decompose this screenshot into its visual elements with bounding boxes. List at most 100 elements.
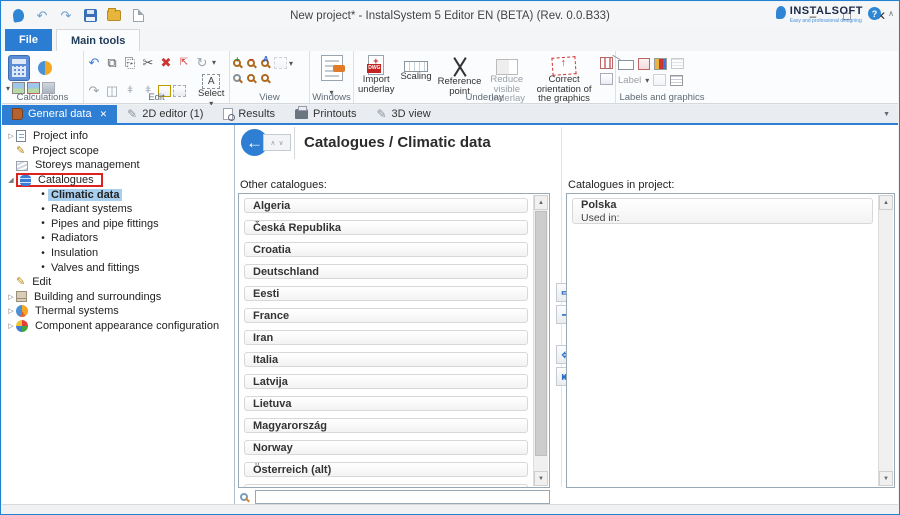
- doc-tab-2d-editor-1-[interactable]: ✎2D editor (1): [117, 105, 213, 123]
- nav-down-icon[interactable]: ∨: [279, 139, 284, 147]
- zoom-in-icon[interactable]: +: [233, 59, 241, 67]
- expander-icon[interactable]: ▷: [6, 293, 16, 301]
- tree-item-project-scope[interactable]: ✎Project scope: [2, 144, 234, 159]
- catalogue-card-norway[interactable]: Norway: [244, 440, 528, 455]
- copy-icon[interactable]: ⧉: [104, 55, 120, 70]
- zoom-out-icon[interactable]: −: [247, 59, 255, 67]
- reference-point-button[interactable]: Reference point: [436, 54, 484, 97]
- import-underlay-button[interactable]: +DWG Import underlay: [356, 54, 396, 95]
- ab-box-icon[interactable]: [653, 74, 666, 86]
- tree-item-label: Climatic data: [48, 189, 122, 201]
- edit-sheet-icon[interactable]: [638, 58, 650, 70]
- label-button[interactable]: Label: [618, 75, 641, 86]
- scaling-button[interactable]: Scaling: [398, 54, 433, 83]
- edit-dropdown-icon[interactable]: ▾: [212, 58, 216, 67]
- undo-icon[interactable]: ↶: [33, 8, 51, 24]
- tree-item-pipes-and-pipe-fittings[interactable]: •Pipes and pipe fittings: [2, 217, 234, 232]
- calculate-icon[interactable]: [8, 55, 30, 81]
- scroll-up-icon[interactable]: ▲: [879, 195, 893, 210]
- tree-item-insulation[interactable]: •Insulation: [2, 246, 234, 261]
- heating-cooling-icon[interactable]: [38, 61, 52, 75]
- tab-file[interactable]: File: [5, 29, 52, 51]
- open-icon[interactable]: [105, 8, 123, 24]
- windows-icon[interactable]: [321, 55, 343, 81]
- tree-item-radiators[interactable]: •Radiators: [2, 231, 234, 246]
- expander-icon[interactable]: ◢: [6, 176, 16, 184]
- catalogue-card-croatia[interactable]: Croatia: [244, 242, 528, 257]
- scroll-down-icon[interactable]: ▼: [879, 471, 893, 486]
- tree-item-radiant-systems[interactable]: •Radiant systems: [2, 202, 234, 217]
- nav-up-icon[interactable]: ∧: [270, 139, 275, 147]
- pan-icon[interactable]: [233, 74, 241, 82]
- expander-icon[interactable]: ▷: [6, 307, 16, 315]
- view-dropdown-icon[interactable]: ▾: [289, 59, 293, 68]
- tree-item-edit[interactable]: ✎Edit: [2, 275, 234, 290]
- zoom-all-icon[interactable]: A: [261, 59, 269, 67]
- zoom-next-icon[interactable]: [261, 74, 269, 82]
- new-document-icon[interactable]: [129, 8, 147, 24]
- catalogue-card-lietuva[interactable]: Lietuva: [244, 396, 528, 411]
- tab-overflow-icon[interactable]: ▼: [883, 105, 898, 123]
- scroll-thumb[interactable]: [535, 211, 547, 456]
- paste-icon[interactable]: ⎘: [122, 55, 138, 70]
- tree-item-catalogues[interactable]: ◢Catalogues: [2, 173, 234, 188]
- help-icon[interactable]: ?: [868, 7, 881, 20]
- project-catalogue-card-polska[interactable]: PolskaUsed in:: [572, 198, 873, 224]
- cut-icon[interactable]: ✂: [140, 55, 156, 70]
- catalogue-card-iran[interactable]: Iran: [244, 330, 528, 345]
- project-catalogues-label: Catalogues in project:: [568, 179, 674, 191]
- tree-item-project-info[interactable]: ▷Project info: [2, 129, 234, 144]
- catalogue-card-deutschland[interactable]: Deutschland: [244, 264, 528, 279]
- select-button[interactable]: A Select ▾: [196, 73, 226, 109]
- project-catalogues-scrollbar[interactable]: ▲ ▼: [878, 195, 893, 486]
- scroll-down-icon[interactable]: ▼: [534, 471, 548, 486]
- project-catalogues-list: PolskaUsed in: ▲ ▼: [566, 193, 895, 488]
- doc-tab-3d-view[interactable]: ✎3D view: [366, 105, 440, 123]
- catalogue-card--sterreich-alt-[interactable]: Österreich (alt): [244, 462, 528, 477]
- tree-item-component-appearance-configuration[interactable]: ▷Component appearance configuration: [2, 319, 234, 334]
- tree-item-climatic-data[interactable]: •Climatic data: [2, 187, 234, 202]
- catalogue-card--esk-republika[interactable]: Česká Republika: [244, 220, 528, 235]
- zoom-window-icon[interactable]: [274, 57, 287, 69]
- tree-item-valves-and-fittings[interactable]: •Valves and fittings: [2, 260, 234, 275]
- move-icon[interactable]: ⇱: [176, 55, 192, 70]
- redo-icon[interactable]: ↷: [57, 8, 75, 24]
- catalogue-card-france[interactable]: France: [244, 308, 528, 323]
- doc-tab-results[interactable]: Results: [213, 105, 285, 123]
- underlay-columns-icon[interactable]: [600, 57, 613, 69]
- doc-tab-printouts[interactable]: Printouts: [285, 105, 366, 123]
- label-dropdown-icon[interactable]: ▾: [645, 76, 649, 85]
- group-edit: ↶ ⧉ ⎘ ✂ ✖ ⇱ ↻ ▾ ↷ ◫ ǂ ǂ A Select ▾: [84, 51, 230, 103]
- catalogue-card-eesti[interactable]: Eesti: [244, 286, 528, 301]
- catalogue-card-partial[interactable]: [244, 484, 528, 487]
- tree-item-storeys-management[interactable]: Storeys management: [2, 158, 234, 173]
- callout-icon[interactable]: [618, 60, 634, 70]
- scroll-up-icon[interactable]: ▲: [534, 195, 548, 210]
- other-catalogues-scrollbar[interactable]: ▲ ▼: [533, 195, 548, 486]
- collapse-ribbon-icon[interactable]: ∧: [888, 9, 894, 18]
- list-icon[interactable]: [671, 58, 684, 69]
- catalogue-card-latvija[interactable]: Latvija: [244, 374, 528, 389]
- tree-item-thermal-systems[interactable]: ▷Thermal systems: [2, 304, 234, 319]
- page-title: Catalogues / Climatic data: [304, 134, 491, 151]
- tab-main-tools[interactable]: Main tools: [56, 29, 140, 51]
- expander-icon[interactable]: ▷: [6, 132, 16, 140]
- app-logo-icon[interactable]: [9, 8, 27, 24]
- catalogue-card-italia[interactable]: Italia: [244, 352, 528, 367]
- tree-item-building-and-surroundings[interactable]: ▷Building and surroundings: [2, 290, 234, 305]
- undo-edit-icon[interactable]: ↶: [86, 55, 102, 70]
- catalogue-card-magyarorsz-g[interactable]: Magyarország: [244, 418, 528, 433]
- delete-icon[interactable]: ✖: [158, 55, 174, 70]
- zoom-prev-icon[interactable]: [247, 74, 255, 82]
- app-window: ↶ ↷ New project* - InstalSystem 5 Editor…: [0, 0, 900, 515]
- chart-icon[interactable]: [654, 58, 667, 70]
- save-icon[interactable]: [81, 8, 99, 24]
- underlay-add-icon[interactable]: [600, 73, 613, 85]
- catalogue-card-algeria[interactable]: Algeria: [244, 198, 528, 213]
- expander-icon[interactable]: ▷: [6, 322, 16, 330]
- rotate-icon[interactable]: ↻: [194, 55, 210, 70]
- close-tab-icon[interactable]: ✕: [100, 109, 108, 120]
- table-icon[interactable]: [670, 75, 683, 86]
- search-input[interactable]: [255, 490, 550, 504]
- doc-tab-general-data[interactable]: General data✕: [2, 105, 117, 123]
